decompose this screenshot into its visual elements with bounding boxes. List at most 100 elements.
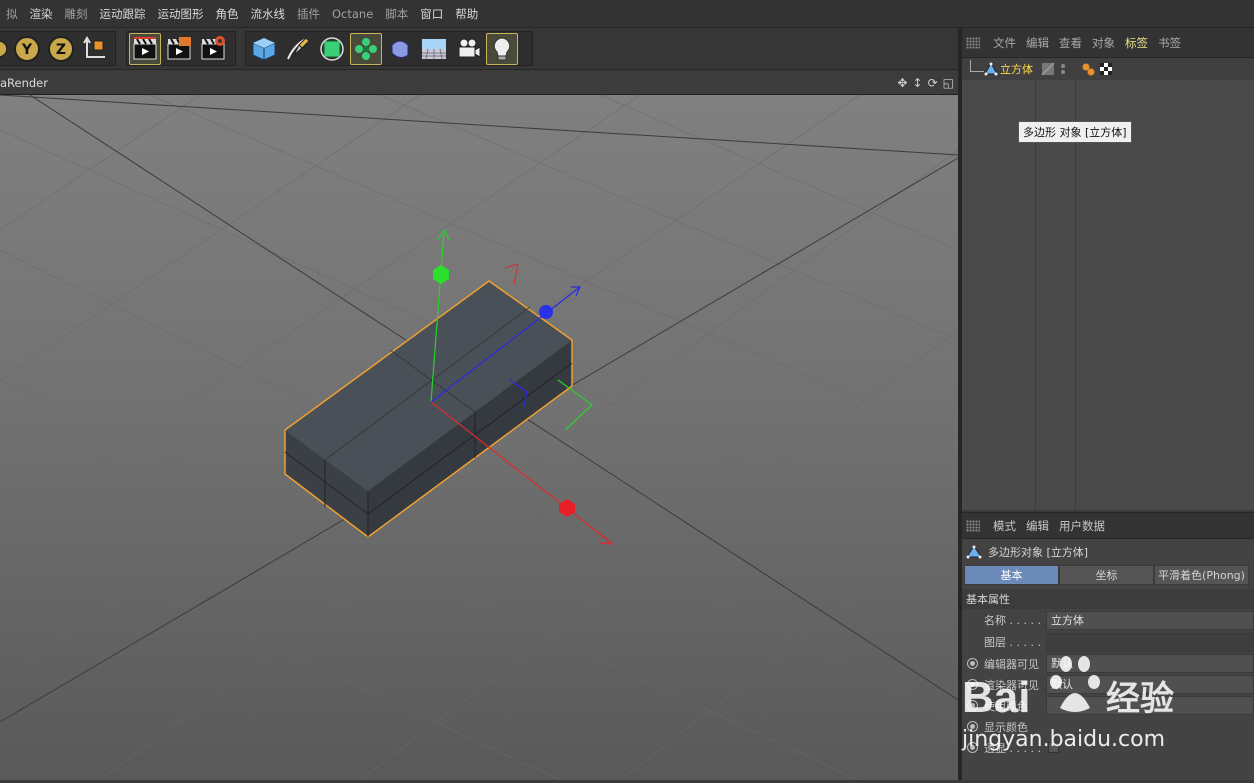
menu-item[interactable]: 流水线 xyxy=(245,6,292,22)
xray-checkbox[interactable] xyxy=(1048,742,1059,753)
use-color-select[interactable] xyxy=(1046,696,1254,715)
tab-coordinates[interactable]: 坐标 xyxy=(1059,565,1154,585)
coordinate-system-icon xyxy=(83,35,105,58)
zoom-view-icon[interactable]: ↕ xyxy=(913,76,923,90)
menu-item[interactable]: 窗口 xyxy=(414,6,449,22)
z-axis-handle xyxy=(539,305,553,319)
menu-item[interactable]: Octane xyxy=(326,7,379,21)
z-axis-label: Z xyxy=(56,42,66,58)
om-menu-bookmarks[interactable]: 书签 xyxy=(1153,35,1186,51)
render-group xyxy=(126,31,236,66)
menu-item[interactable]: 拟 xyxy=(0,6,24,22)
z-axis-lock-button[interactable]: Z xyxy=(45,33,77,65)
animation-radio[interactable] xyxy=(967,742,978,753)
x-axis-lock-button[interactable] xyxy=(0,33,9,65)
editor-visible-label: 编辑器可见 xyxy=(984,657,1039,671)
am-menu-mode[interactable]: 模式 xyxy=(988,518,1021,534)
render-visible-select[interactable]: 默认 xyxy=(1046,675,1254,694)
grip-icon[interactable] xyxy=(966,519,980,532)
subdivision-button[interactable] xyxy=(316,33,348,65)
menu-item[interactable]: 帮助 xyxy=(449,6,484,22)
menu-item[interactable]: 插件 xyxy=(291,6,326,22)
viewport-scene xyxy=(0,95,958,780)
visibility-dots-icon[interactable] xyxy=(1059,62,1067,76)
attribute-manager-menu: 模式 编辑 用户数据 xyxy=(962,513,1254,539)
tooltip: 多边形 对象 [立方体] xyxy=(1018,121,1132,143)
move-view-icon[interactable]: ✥ xyxy=(897,76,907,90)
tab-basic[interactable]: 基本 xyxy=(964,565,1059,585)
am-menu-edit[interactable]: 编辑 xyxy=(1021,518,1054,534)
object-row[interactable]: 立方体 xyxy=(962,58,1254,80)
selected-cube xyxy=(284,280,573,538)
section-basic-properties: 基本属性 xyxy=(962,589,1254,609)
menu-item[interactable]: 运动跟踪 xyxy=(94,6,152,22)
subdivision-icon xyxy=(320,36,344,61)
object-list: 立方体 多边形 对象 [立方体] xyxy=(962,58,1254,510)
property-row-layer: 图层 . . . . . xyxy=(962,631,1254,653)
y-axis-lock-button[interactable]: Y xyxy=(11,33,43,65)
polygon-object-icon xyxy=(966,545,982,559)
coordinate-system-button[interactable] xyxy=(79,33,111,65)
om-menu-edit[interactable]: 编辑 xyxy=(1021,35,1054,51)
menubar: 拟 渲染 雕刻 运动跟踪 运动图形 角色 流水线 插件 Octane 脚本 窗口… xyxy=(0,0,1254,28)
deformer-icon xyxy=(391,40,409,58)
floor-button[interactable] xyxy=(418,33,450,65)
animation-radio[interactable] xyxy=(967,700,978,711)
property-row-display-color: 显示颜色 xyxy=(962,716,1254,737)
texture-tag-icon[interactable] xyxy=(1099,62,1113,76)
pen-icon xyxy=(287,36,310,59)
editor-visible-select[interactable]: 默认 xyxy=(1046,654,1254,673)
cloner-button[interactable] xyxy=(350,32,382,65)
light-bulb-icon xyxy=(493,36,511,60)
property-row-name: 名称 . . . . . 立方体 xyxy=(962,609,1254,631)
object-name[interactable]: 立方体 xyxy=(1000,61,1033,77)
layer-label: 图层 . . . . . xyxy=(984,636,1041,649)
menu-item[interactable]: 雕刻 xyxy=(59,6,94,22)
render-settings-button[interactable] xyxy=(197,33,229,65)
polygon-object-icon xyxy=(984,62,998,76)
grip-icon[interactable] xyxy=(966,36,980,49)
menu-item[interactable]: 角色 xyxy=(210,6,245,22)
floor-icon xyxy=(422,38,446,59)
layer-icon[interactable] xyxy=(1041,62,1055,76)
menu-item[interactable]: 脚本 xyxy=(379,6,414,22)
xray-label: 透显 . . . . . xyxy=(984,741,1041,755)
use-color-label: 使用颜色 xyxy=(984,699,1028,713)
om-menu-file[interactable]: 文件 xyxy=(988,35,1021,51)
om-menu-view[interactable]: 查看 xyxy=(1054,35,1087,51)
render-view-button[interactable] xyxy=(129,32,161,65)
clapper-icon xyxy=(133,36,157,59)
viewport-title: aRender xyxy=(0,75,48,90)
display-color-label: 显示颜色 xyxy=(984,720,1028,734)
tab-phong[interactable]: 平滑着色(Phong) xyxy=(1154,565,1249,585)
animation-radio[interactable] xyxy=(967,721,978,732)
viewport[interactable] xyxy=(0,95,958,780)
animation-radio[interactable] xyxy=(967,679,978,690)
am-menu-user-data[interactable]: 用户数据 xyxy=(1054,518,1110,534)
pen-button[interactable] xyxy=(282,33,314,65)
name-label: 名称 . . . . . xyxy=(984,614,1041,627)
om-menu-objects[interactable]: 对象 xyxy=(1087,35,1120,51)
object-manager-menu: 文件 编辑 查看 对象 标签 书签 xyxy=(962,28,1254,58)
camera-button[interactable] xyxy=(452,33,484,65)
name-field[interactable]: 立方体 xyxy=(1046,610,1254,630)
x-axis-handle xyxy=(559,499,575,517)
y-axis-handle xyxy=(433,265,449,284)
property-row-editor-visible: 编辑器可见 默认 xyxy=(962,653,1254,674)
maximize-view-icon[interactable]: ◱ xyxy=(943,76,954,90)
menu-item[interactable]: 运动图形 xyxy=(152,6,210,22)
animation-radio[interactable] xyxy=(967,658,978,669)
deformer-button[interactable] xyxy=(384,33,416,65)
phong-tag-icon[interactable] xyxy=(1081,62,1095,76)
cube-button[interactable] xyxy=(248,33,280,65)
rotate-view-icon[interactable]: ⟳ xyxy=(928,76,938,90)
render-picture-viewer-button[interactable] xyxy=(163,33,195,65)
cube-icon xyxy=(252,36,276,61)
om-menu-tags[interactable]: 标签 xyxy=(1120,35,1153,51)
layer-field[interactable] xyxy=(1046,632,1254,652)
light-button[interactable] xyxy=(486,32,518,65)
toolbar: Y Z xyxy=(0,28,958,70)
object-manager: 文件 编辑 查看 对象 标签 书签 立方体 多边形 对象 [立方体] xyxy=(962,28,1254,510)
menu-item[interactable]: 渲染 xyxy=(24,6,59,22)
axis-lock-group: Y Z xyxy=(0,31,116,66)
